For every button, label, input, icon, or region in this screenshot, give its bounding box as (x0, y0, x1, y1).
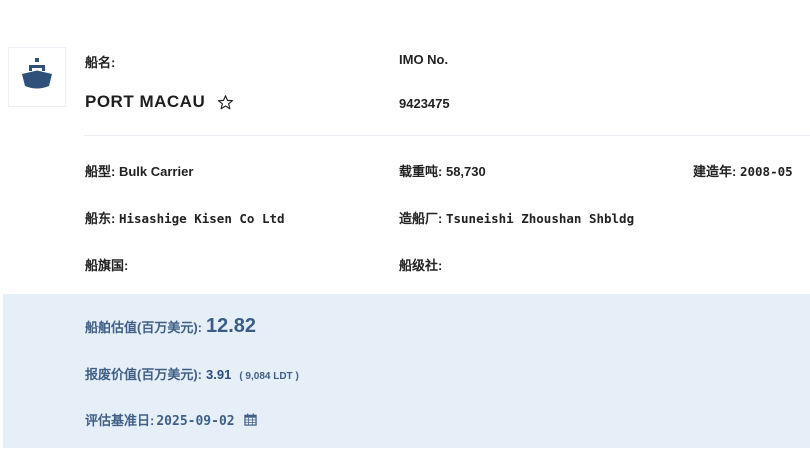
scrap-value-label: 报废价值(百万美元): (85, 367, 202, 382)
ship-name: PORT MACAU (85, 92, 206, 111)
builder-field: 造船厂: Tsuneishi Zhoushan Shbldg (399, 208, 634, 227)
ship-name-label: 船名: (85, 55, 116, 70)
ship-name-row: PORT MACAU (85, 92, 234, 112)
dwt-value: 58,730 (445, 164, 486, 179)
ship-icon (19, 57, 55, 98)
scrap-value: 3.91 (206, 367, 232, 382)
built-year-field: 建造年: 2008-05 (693, 161, 793, 180)
ship-type-label: 船型: (85, 164, 116, 179)
star-outline-icon[interactable] (217, 94, 234, 111)
vessel-value-row: 船舶估值(百万美元): 12.82 (85, 315, 256, 338)
owner-label: 船东: (85, 211, 116, 226)
divider (84, 135, 810, 136)
valuation-date-label: 评估基准日: (85, 413, 155, 428)
builder-label: 造船厂: (399, 211, 443, 226)
ship-type-field: 船型: Bulk Carrier (85, 161, 193, 180)
scrap-value-row: 报废价值(百万美元): 3.91 ( 9,084 LDT ) (85, 364, 299, 383)
builder-value: Tsuneishi Zhoushan Shbldg (445, 211, 635, 226)
vessel-logo (8, 47, 66, 107)
flag-label: 船旗国: (85, 258, 129, 273)
scrap-ldt-note: ( 9,084 LDT ) (239, 371, 299, 382)
built-year-value: 2008-05 (739, 164, 793, 179)
dwt-field: 载重吨: 58,730 (399, 161, 486, 180)
class-society-field: 船级社: (399, 255, 442, 274)
vessel-value-label: 船舶估值(百万美元): (85, 320, 202, 335)
built-year-label: 建造年: (693, 164, 737, 179)
calendar-icon[interactable] (243, 413, 257, 426)
class-society-label: 船级社: (399, 258, 443, 273)
valuation-panel: 船舶估值(百万美元): 12.82 报废价值(百万美元): 3.91 ( 9,0… (3, 294, 810, 448)
owner-value: Hisashige Kisen Co Ltd (118, 211, 285, 226)
imo-label: IMO No. (399, 52, 449, 67)
valuation-date-row: 评估基准日: 2025-09-02 (85, 410, 257, 429)
imo-value: 9423475 (399, 96, 450, 111)
valuation-date-value: 2025-09-02 (156, 414, 235, 429)
dwt-label: 载重吨: (399, 164, 443, 179)
owner-field: 船东: Hisashige Kisen Co Ltd (85, 208, 285, 227)
ship-type-value: Bulk Carrier (118, 164, 194, 179)
flag-field: 船旗国: (85, 255, 128, 274)
vessel-value: 12.82 (206, 315, 257, 337)
